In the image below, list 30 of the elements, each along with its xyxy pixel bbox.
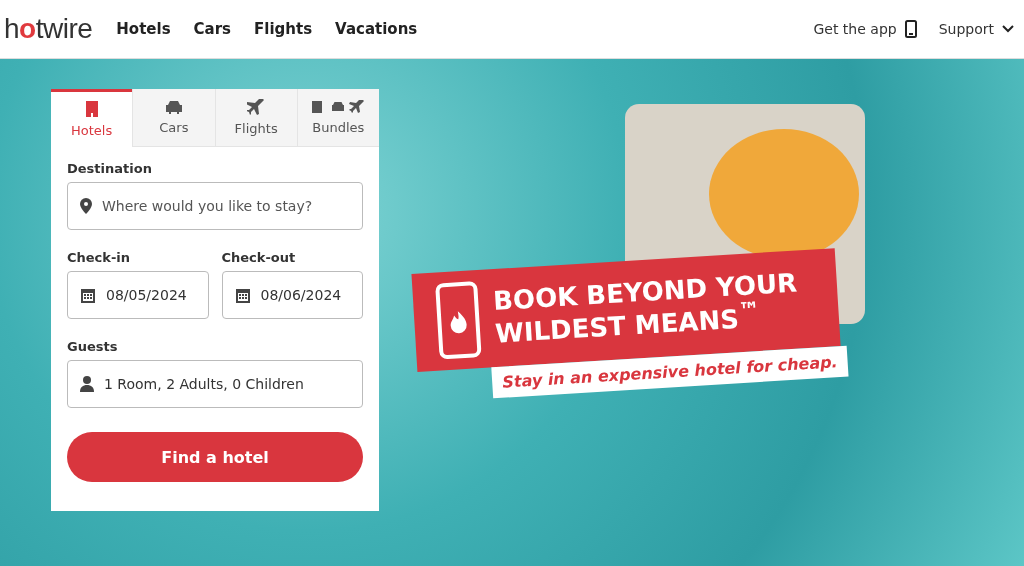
nav-link[interactable]: Cars	[193, 20, 232, 38]
field-label: Check-in	[67, 250, 132, 265]
check-in-field[interactable]: 08/05/2024	[67, 271, 209, 319]
nav-link[interactable]: Hotels	[116, 20, 171, 38]
phone-icon	[904, 20, 917, 38]
tab[interactable]: Cars	[132, 89, 215, 147]
nav-link[interactable]: Flights	[254, 20, 313, 38]
calendar-icon	[234, 287, 251, 303]
check-out-field[interactable]: 08/06/2024	[221, 271, 363, 319]
phone-flame-icon	[434, 280, 483, 361]
calendar-icon	[80, 287, 96, 303]
field-label: Destination	[67, 161, 153, 176]
chevron-down-icon	[1002, 25, 1014, 33]
logo[interactable]: hotwire	[4, 13, 93, 45]
airplane-icon	[247, 99, 266, 115]
find-hotel-button[interactable]: Find a hotel	[67, 432, 363, 482]
bundle-icons	[311, 100, 366, 114]
field-label: Check-out	[221, 250, 297, 265]
get-app-link[interactable]: Get the app	[813, 20, 917, 38]
map-pin-icon	[80, 198, 92, 214]
destination-field[interactable]: Where would you like to stay?	[67, 182, 363, 230]
car-icon	[164, 100, 183, 114]
nav-link[interactable]: Vacations	[335, 20, 418, 38]
tab[interactable]: Bundles	[296, 89, 379, 147]
field-label: Guests	[67, 339, 119, 354]
support-menu[interactable]: Support	[938, 21, 1014, 37]
building-icon	[84, 101, 99, 117]
person-icon	[80, 376, 94, 392]
guests-field[interactable]: 1 Room, 2 Adults, 0 Children	[67, 360, 363, 408]
tab[interactable]: Flights	[214, 89, 297, 147]
